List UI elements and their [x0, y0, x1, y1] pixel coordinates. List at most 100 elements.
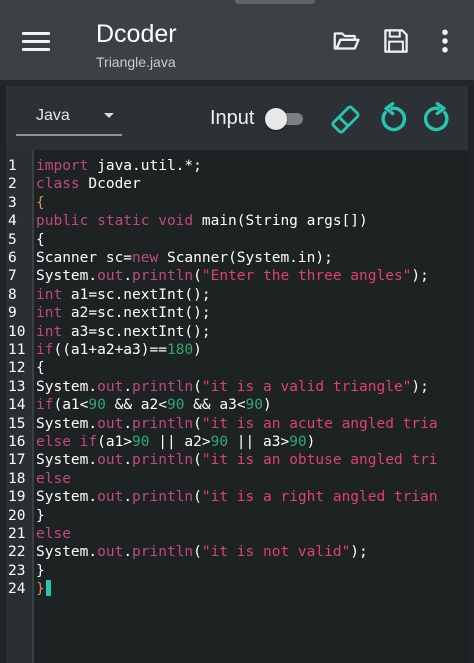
- code-token: 90: [166, 397, 185, 414]
- more-vert-icon[interactable]: [436, 26, 454, 56]
- code-token: {: [36, 360, 45, 377]
- line-number: 22: [8, 544, 26, 561]
- code-token: new: [132, 250, 159, 266]
- code-token: Scanner(System.in);: [158, 250, 333, 266]
- code-line[interactable]: System.out.println("it is not valid");: [36, 543, 466, 561]
- line-number: 6: [8, 250, 17, 266]
- code-line[interactable]: {: [36, 231, 466, 249]
- code-token: && a2<: [105, 397, 167, 414]
- undo-icon[interactable]: [375, 102, 409, 136]
- code-line[interactable]: int a2=sc.nextInt();: [36, 304, 466, 322]
- code-line[interactable]: int a1=sc.nextInt();: [36, 286, 466, 304]
- code-token: .: [123, 544, 133, 561]
- code-line[interactable]: System.out.println("it is a valid triang…: [36, 378, 466, 396]
- code-token: "it is a right angled trian: [201, 489, 438, 506]
- code-line[interactable]: System.out.println("it is a right angled…: [36, 488, 466, 506]
- line-number: 23: [8, 562, 26, 579]
- code-line[interactable]: int a3=sc.nextInt();: [36, 323, 466, 341]
- code-line[interactable]: Scanner sc=new Scanner(System.in);: [36, 249, 466, 267]
- code-token: out: [97, 378, 124, 395]
- code-token: println: [132, 378, 194, 395]
- code-token: (a1>: [97, 434, 133, 450]
- hamburger-menu-icon[interactable]: [22, 31, 50, 53]
- editor-toolbar: Java Input: [6, 86, 468, 150]
- code-token: println: [132, 268, 194, 285]
- code-token: 90: [245, 397, 264, 414]
- folder-open-icon[interactable]: [331, 26, 361, 56]
- code-line[interactable]: import java.util.*;: [36, 157, 466, 175]
- code-token: else if: [36, 434, 98, 450]
- code-token: else: [36, 470, 71, 487]
- code-line[interactable]: System.out.println("it is an obtuse angl…: [36, 451, 466, 469]
- code-line[interactable]: System.out.println("Enter the three angl…: [36, 267, 466, 285]
- code-token: out: [97, 489, 124, 506]
- code-token: class: [36, 176, 80, 193]
- code-token: );: [411, 378, 429, 395]
- language-dropdown[interactable]: Java: [16, 100, 122, 136]
- code-line[interactable]: }: [36, 580, 466, 598]
- code-token: && a3<: [184, 397, 246, 414]
- code-line[interactable]: class Dcoder: [36, 175, 466, 193]
- code-token: || a2>: [149, 434, 211, 450]
- code-token: .: [123, 415, 133, 432]
- code-token: Scanner sc=: [36, 250, 133, 266]
- code-token: "Enter the three angles": [201, 268, 412, 285]
- code-token: println: [132, 415, 194, 432]
- code-token: .: [123, 268, 133, 285]
- code-line[interactable]: }: [36, 507, 466, 525]
- code-token: {: [36, 194, 45, 211]
- line-number: 3: [8, 194, 17, 211]
- redo-icon[interactable]: [421, 102, 455, 136]
- code-token: (: [193, 544, 202, 561]
- code-token: System.: [36, 452, 98, 469]
- line-number: 5: [8, 231, 17, 248]
- line-number: 19: [8, 489, 26, 506]
- code-token: .: [123, 378, 133, 395]
- toggle-knob: [265, 108, 287, 130]
- code-token: int: [36, 286, 63, 303]
- status-notch: [235, 0, 315, 4]
- code-token: }: [36, 581, 45, 598]
- code-token: System.: [36, 544, 98, 561]
- code-token: {: [36, 231, 45, 248]
- code-token: java.util.*;: [88, 158, 202, 174]
- code-token: out: [97, 452, 124, 469]
- code-token: out: [97, 268, 124, 285]
- code-token: ): [306, 434, 316, 450]
- code-line[interactable]: else: [36, 525, 466, 543]
- code-editor[interactable]: 1 2 3 4 5 6 7 8 9 10 11 12 13 14 15 16 17 18 19 20 21 22 23 24 …: [6, 150, 468, 663]
- code-line[interactable]: {: [36, 194, 466, 212]
- input-toggle[interactable]: [265, 108, 305, 130]
- line-number: 10: [8, 323, 26, 340]
- app-title: Dcoder: [96, 20, 177, 48]
- code-token: import: [36, 158, 89, 174]
- code-line[interactable]: else: [36, 470, 466, 488]
- code-token: a2=sc.nextInt();: [62, 305, 211, 322]
- code-line[interactable]: else if(a1>90 || a2>90 || a3>90): [36, 433, 466, 451]
- code-line[interactable]: {: [36, 359, 466, 377]
- code-token: "it is an obtuse angled tri: [201, 452, 438, 469]
- chevron-down-icon: [104, 113, 114, 118]
- eraser-icon[interactable]: [328, 102, 362, 136]
- text-cursor: [45, 580, 51, 597]
- code-token: (a1<: [53, 397, 89, 414]
- code-line[interactable]: if(a1<90 && a2<90 && a3<90): [36, 396, 466, 414]
- code-line[interactable]: }: [36, 562, 466, 580]
- code-token: );: [350, 544, 368, 561]
- line-number: 17: [8, 452, 26, 469]
- code-token: 90: [289, 434, 307, 450]
- code-token: System.: [36, 489, 98, 506]
- line-number: 21: [8, 526, 26, 542]
- line-number: 16: [8, 434, 26, 450]
- line-number: 12: [8, 360, 26, 377]
- code-token: 180: [166, 342, 194, 358]
- code-token: main(String args[]): [193, 213, 368, 230]
- code-line[interactable]: if((a1+a2+a3)==180): [36, 341, 466, 359]
- code-token: System.: [36, 415, 98, 432]
- code-token: 90: [132, 434, 150, 450]
- code-line[interactable]: public static void main(String args[]): [36, 212, 466, 230]
- save-icon[interactable]: [381, 26, 411, 56]
- code-line[interactable]: System.out.println("it is an acute angle…: [36, 415, 466, 433]
- code-token: else: [36, 526, 71, 542]
- code-token: (: [193, 415, 202, 432]
